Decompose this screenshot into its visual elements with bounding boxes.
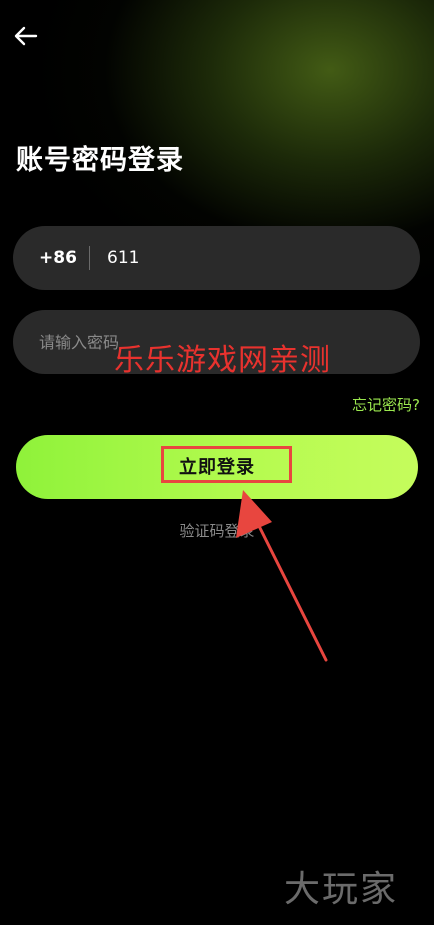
arrow-left-icon [14, 26, 38, 46]
login-button-label: 立即登录 [179, 457, 255, 477]
country-code-selector[interactable]: +86 [39, 226, 77, 290]
field-divider [89, 246, 90, 270]
forgot-password-link[interactable]: 忘记密码? [352, 394, 420, 415]
back-button[interactable] [10, 20, 42, 52]
password-field [13, 310, 420, 374]
brand-logo: 大玩家 [284, 869, 399, 910]
phone-field: +86 [13, 226, 420, 290]
sms-login-link[interactable]: 验证码登录 [0, 520, 434, 541]
page-title: 账号密码登录 [16, 145, 184, 176]
phone-input[interactable] [107, 226, 397, 290]
login-button[interactable]: 立即登录 [16, 435, 418, 499]
password-input[interactable] [39, 310, 399, 374]
login-screen: 账号密码登录 +86 乐乐游戏网亲测 忘记密码? 立即登录 验证码登录 大玩家 [0, 0, 434, 925]
